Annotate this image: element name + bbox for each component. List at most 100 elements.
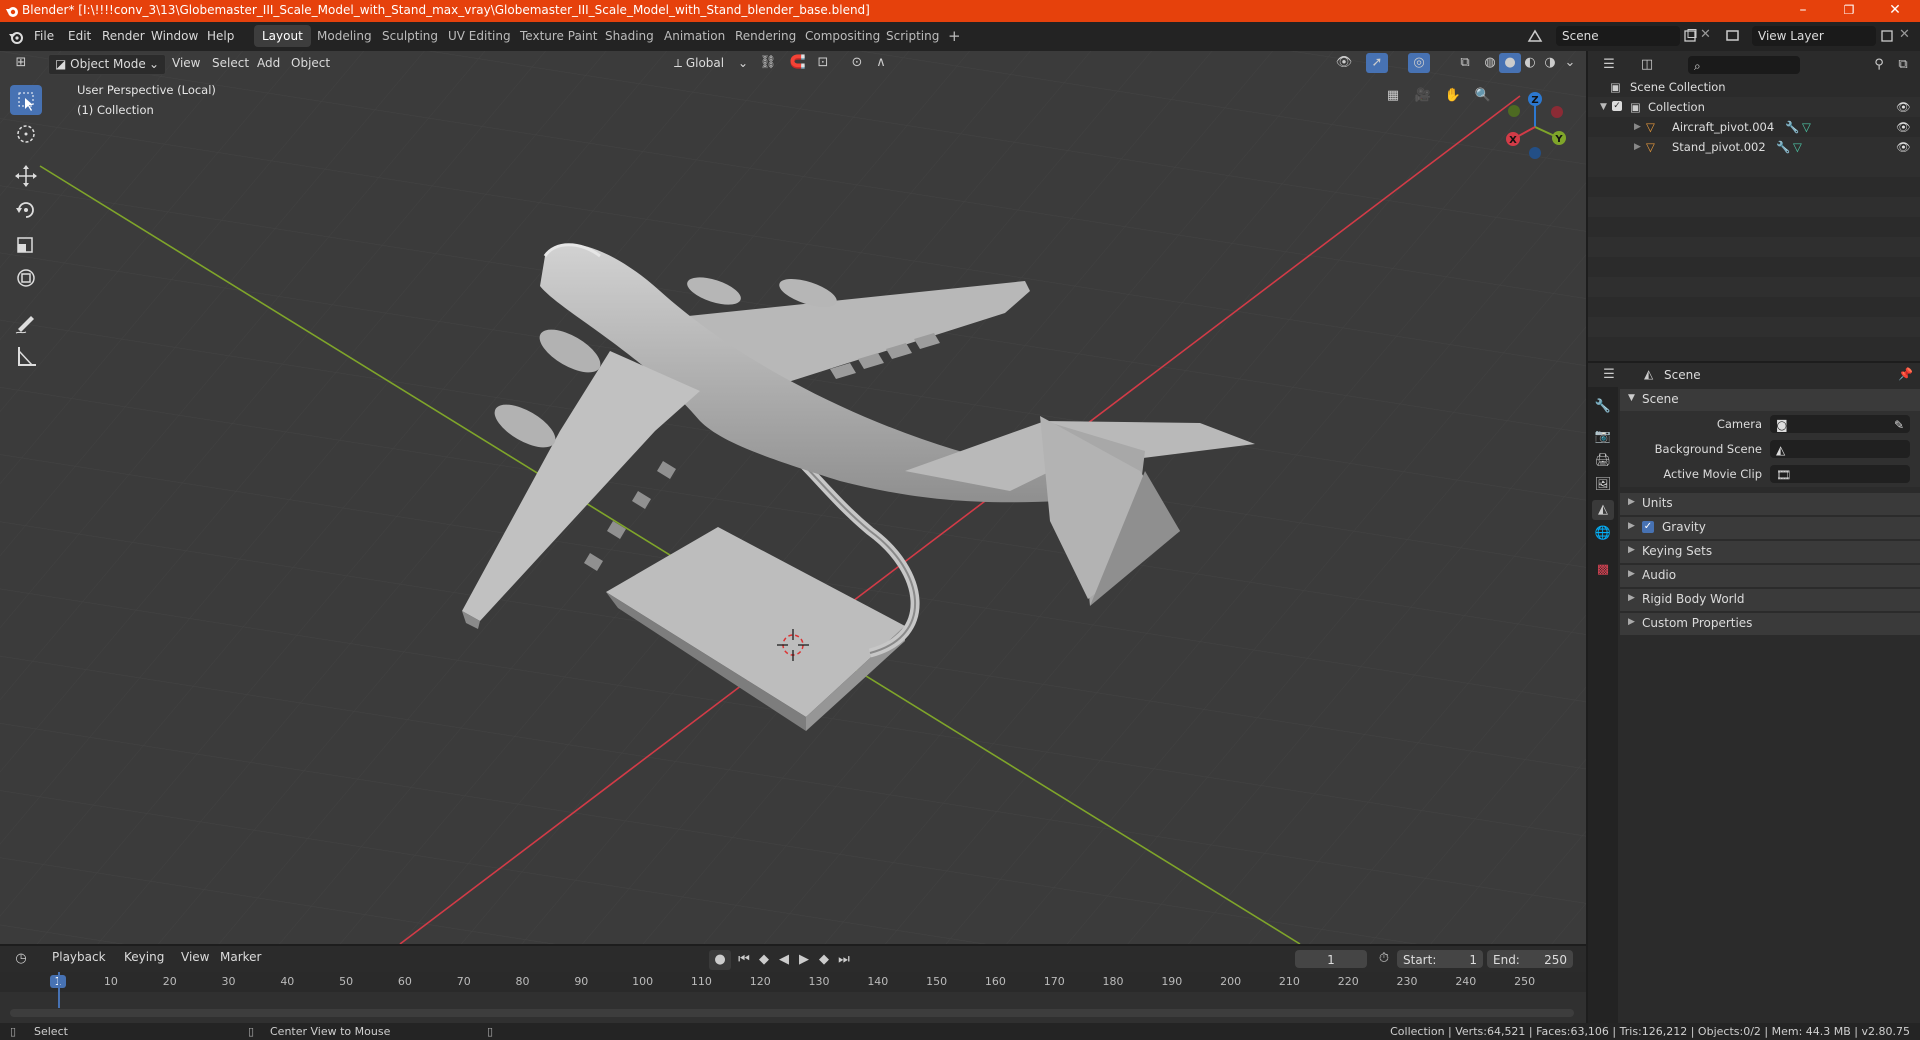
section-units[interactable]: ▶ Units	[1620, 493, 1920, 515]
output-tab-icon[interactable]: 🖨	[1592, 451, 1614, 471]
wireframe-shading-icon[interactable]: ◍	[1479, 53, 1501, 73]
tab-modeling[interactable]: Modeling	[309, 25, 380, 47]
material-shading-icon[interactable]: ◐	[1519, 53, 1541, 73]
timeline-area[interactable]: 1102030405060708090100110120130140150160…	[0, 972, 1586, 1023]
blender-menu-icon[interactable]	[8, 29, 24, 45]
tab-uv-editing[interactable]: UV Editing	[440, 25, 519, 47]
visibility-icon[interactable]: 👁	[1333, 53, 1355, 73]
tab-shading[interactable]: Shading	[597, 25, 662, 47]
scene-panel-header[interactable]: ▼ Scene	[1620, 389, 1920, 411]
new-view-layer-icon[interactable]	[1880, 29, 1894, 43]
render-tab-icon[interactable]: 📷	[1592, 427, 1614, 447]
toggle-camera-ortho-icon[interactable]: ▦	[1382, 86, 1404, 106]
preview-range-clock-icon[interactable]: ⏱	[1373, 949, 1395, 969]
outliner-row-aircraft[interactable]: ▶ ▽ Aircraft_pivot.004 🔧 ▽ 👁	[1588, 117, 1920, 137]
play-reverse-icon[interactable]: ◀	[773, 950, 795, 970]
menu-edit[interactable]: Edit	[68, 29, 91, 43]
section-audio[interactable]: ▶ Audio	[1620, 565, 1920, 587]
outliner-editor-type-icon[interactable]: ☰	[1598, 55, 1620, 75]
start-frame-field[interactable]: Start: 1	[1397, 950, 1483, 968]
tab-compositing[interactable]: Compositing	[797, 25, 888, 47]
rendered-shading-icon[interactable]: ◑	[1539, 53, 1561, 73]
texture-tab-icon[interactable]: ▩	[1592, 560, 1614, 580]
view-layer-selector[interactable]: View Layer	[1752, 26, 1876, 46]
gizmos-toggle-icon[interactable]: ➚	[1366, 53, 1388, 73]
new-collection-icon[interactable]: ⧉	[1892, 55, 1914, 75]
background-scene-field[interactable]: ◭	[1770, 440, 1910, 458]
section-keying-sets[interactable]: ▶ Keying Sets	[1620, 541, 1920, 563]
menu-select[interactable]: Select	[206, 54, 255, 73]
solid-shading-icon[interactable]: ●	[1499, 53, 1521, 73]
properties-editor-type-icon[interactable]: ☰	[1598, 365, 1620, 385]
modifier-wrench-icon[interactable]: 🔧	[1785, 117, 1799, 137]
outliner-row-collection[interactable]: ▼ ✓ ▣ Collection 👁	[1588, 97, 1920, 117]
mesh-data-icon[interactable]: ▽	[1793, 137, 1802, 157]
filter-icon[interactable]: ⚲	[1868, 55, 1890, 75]
prev-keyframe-icon[interactable]: ◆	[753, 950, 775, 970]
section-rigid-body-world[interactable]: ▶ Rigid Body World	[1620, 589, 1920, 611]
menu-file[interactable]: File	[34, 29, 54, 43]
menu-help[interactable]: Help	[207, 29, 234, 43]
menu-playback[interactable]: Playback	[46, 948, 112, 967]
current-frame-field[interactable]: 1	[1295, 950, 1367, 968]
tool-annotate[interactable]	[10, 307, 42, 337]
tool-measure[interactable]	[10, 341, 42, 371]
gizmo-y-label[interactable]: Y	[1554, 134, 1563, 145]
tab-layout[interactable]: Layout	[254, 25, 311, 47]
pin-icon[interactable]: 📌	[1898, 367, 1913, 381]
xray-toggle-icon[interactable]: ⧉	[1454, 53, 1476, 73]
menu-render[interactable]: Render	[102, 29, 145, 43]
menu-view[interactable]: View	[166, 54, 206, 73]
mode-selector[interactable]: ◪ Object Mode ⌄	[48, 54, 166, 75]
outliner-search-input[interactable]: ⌕	[1688, 56, 1800, 74]
pan-view-icon[interactable]: ✋	[1442, 86, 1464, 106]
jump-start-icon[interactable]: ⏮	[733, 950, 755, 970]
outliner-row-scene-collection[interactable]: ▣ Scene Collection	[1588, 77, 1920, 97]
playhead[interactable]	[58, 972, 60, 1008]
maximize-button[interactable]: ❐	[1826, 0, 1872, 22]
scene-selector[interactable]: Scene	[1556, 26, 1680, 46]
view-layer-icon[interactable]	[1725, 28, 1741, 44]
snap-target-icon[interactable]: ⊡	[812, 53, 834, 73]
gravity-checkbox[interactable]: ✓	[1642, 521, 1654, 533]
menu-marker[interactable]: Marker	[214, 948, 267, 967]
section-custom-properties[interactable]: ▶ Custom Properties	[1620, 613, 1920, 635]
play-icon[interactable]: ▶	[793, 950, 815, 970]
scene-tab-icon[interactable]: ◭	[1592, 500, 1614, 520]
pivot-point-icon[interactable]: ⛓	[757, 53, 779, 73]
minimize-button[interactable]: –	[1780, 0, 1826, 22]
remove-scene-icon[interactable]: ✕	[1700, 27, 1711, 42]
eye-icon[interactable]: 👁	[1896, 117, 1911, 137]
section-gravity[interactable]: ▶ ✓ Gravity	[1620, 517, 1920, 539]
snap-icon[interactable]: 🧲	[787, 53, 809, 73]
expand-arrow-icon[interactable]: ▶	[1634, 137, 1641, 157]
tool-tab-icon[interactable]: 🔧	[1592, 397, 1614, 417]
tool-move[interactable]	[10, 161, 42, 191]
editor-type-icon[interactable]: ⊞	[10, 53, 32, 73]
tab-sculpting[interactable]: Sculpting	[374, 25, 446, 47]
gizmo-x-label[interactable]: X	[1509, 135, 1517, 146]
world-tab-icon[interactable]: 🌐	[1592, 524, 1614, 544]
expand-arrow-icon[interactable]: ▶	[1634, 117, 1641, 137]
camera-field[interactable]: ◙ ✎	[1770, 415, 1910, 433]
mesh-data-icon[interactable]: ▽	[1802, 117, 1811, 137]
outliner-row-stand[interactable]: ▶ ▽ Stand_pivot.002 🔧 ▽ 👁	[1588, 137, 1920, 157]
tool-cursor[interactable]	[10, 119, 42, 149]
tool-transform[interactable]	[10, 263, 42, 293]
collection-checkbox[interactable]: ✓	[1612, 101, 1622, 111]
modifier-wrench-icon[interactable]: 🔧	[1776, 137, 1790, 157]
tool-rotate[interactable]	[10, 195, 42, 225]
tab-rendering[interactable]: Rendering	[727, 25, 804, 47]
timeline-editor-type-icon[interactable]: ◷	[10, 949, 32, 969]
jump-end-icon[interactable]: ⏭	[833, 950, 855, 970]
menu-timeline-view[interactable]: View	[175, 948, 215, 967]
active-movie-clip-field[interactable]: 🎞	[1770, 465, 1910, 483]
scene-icon[interactable]	[1527, 28, 1543, 44]
frame-ruler[interactable]: 1102030405060708090100110120130140150160…	[0, 972, 1586, 992]
eye-icon[interactable]: 👁	[1896, 137, 1911, 157]
menu-window[interactable]: Window	[151, 29, 198, 43]
tab-texture-paint[interactable]: Texture Paint	[512, 25, 605, 47]
next-keyframe-icon[interactable]: ◆	[813, 950, 835, 970]
shading-options-icon[interactable]: ⌄	[1559, 53, 1581, 73]
viewport-scene[interactable]: Z Y X	[0, 51, 1586, 944]
